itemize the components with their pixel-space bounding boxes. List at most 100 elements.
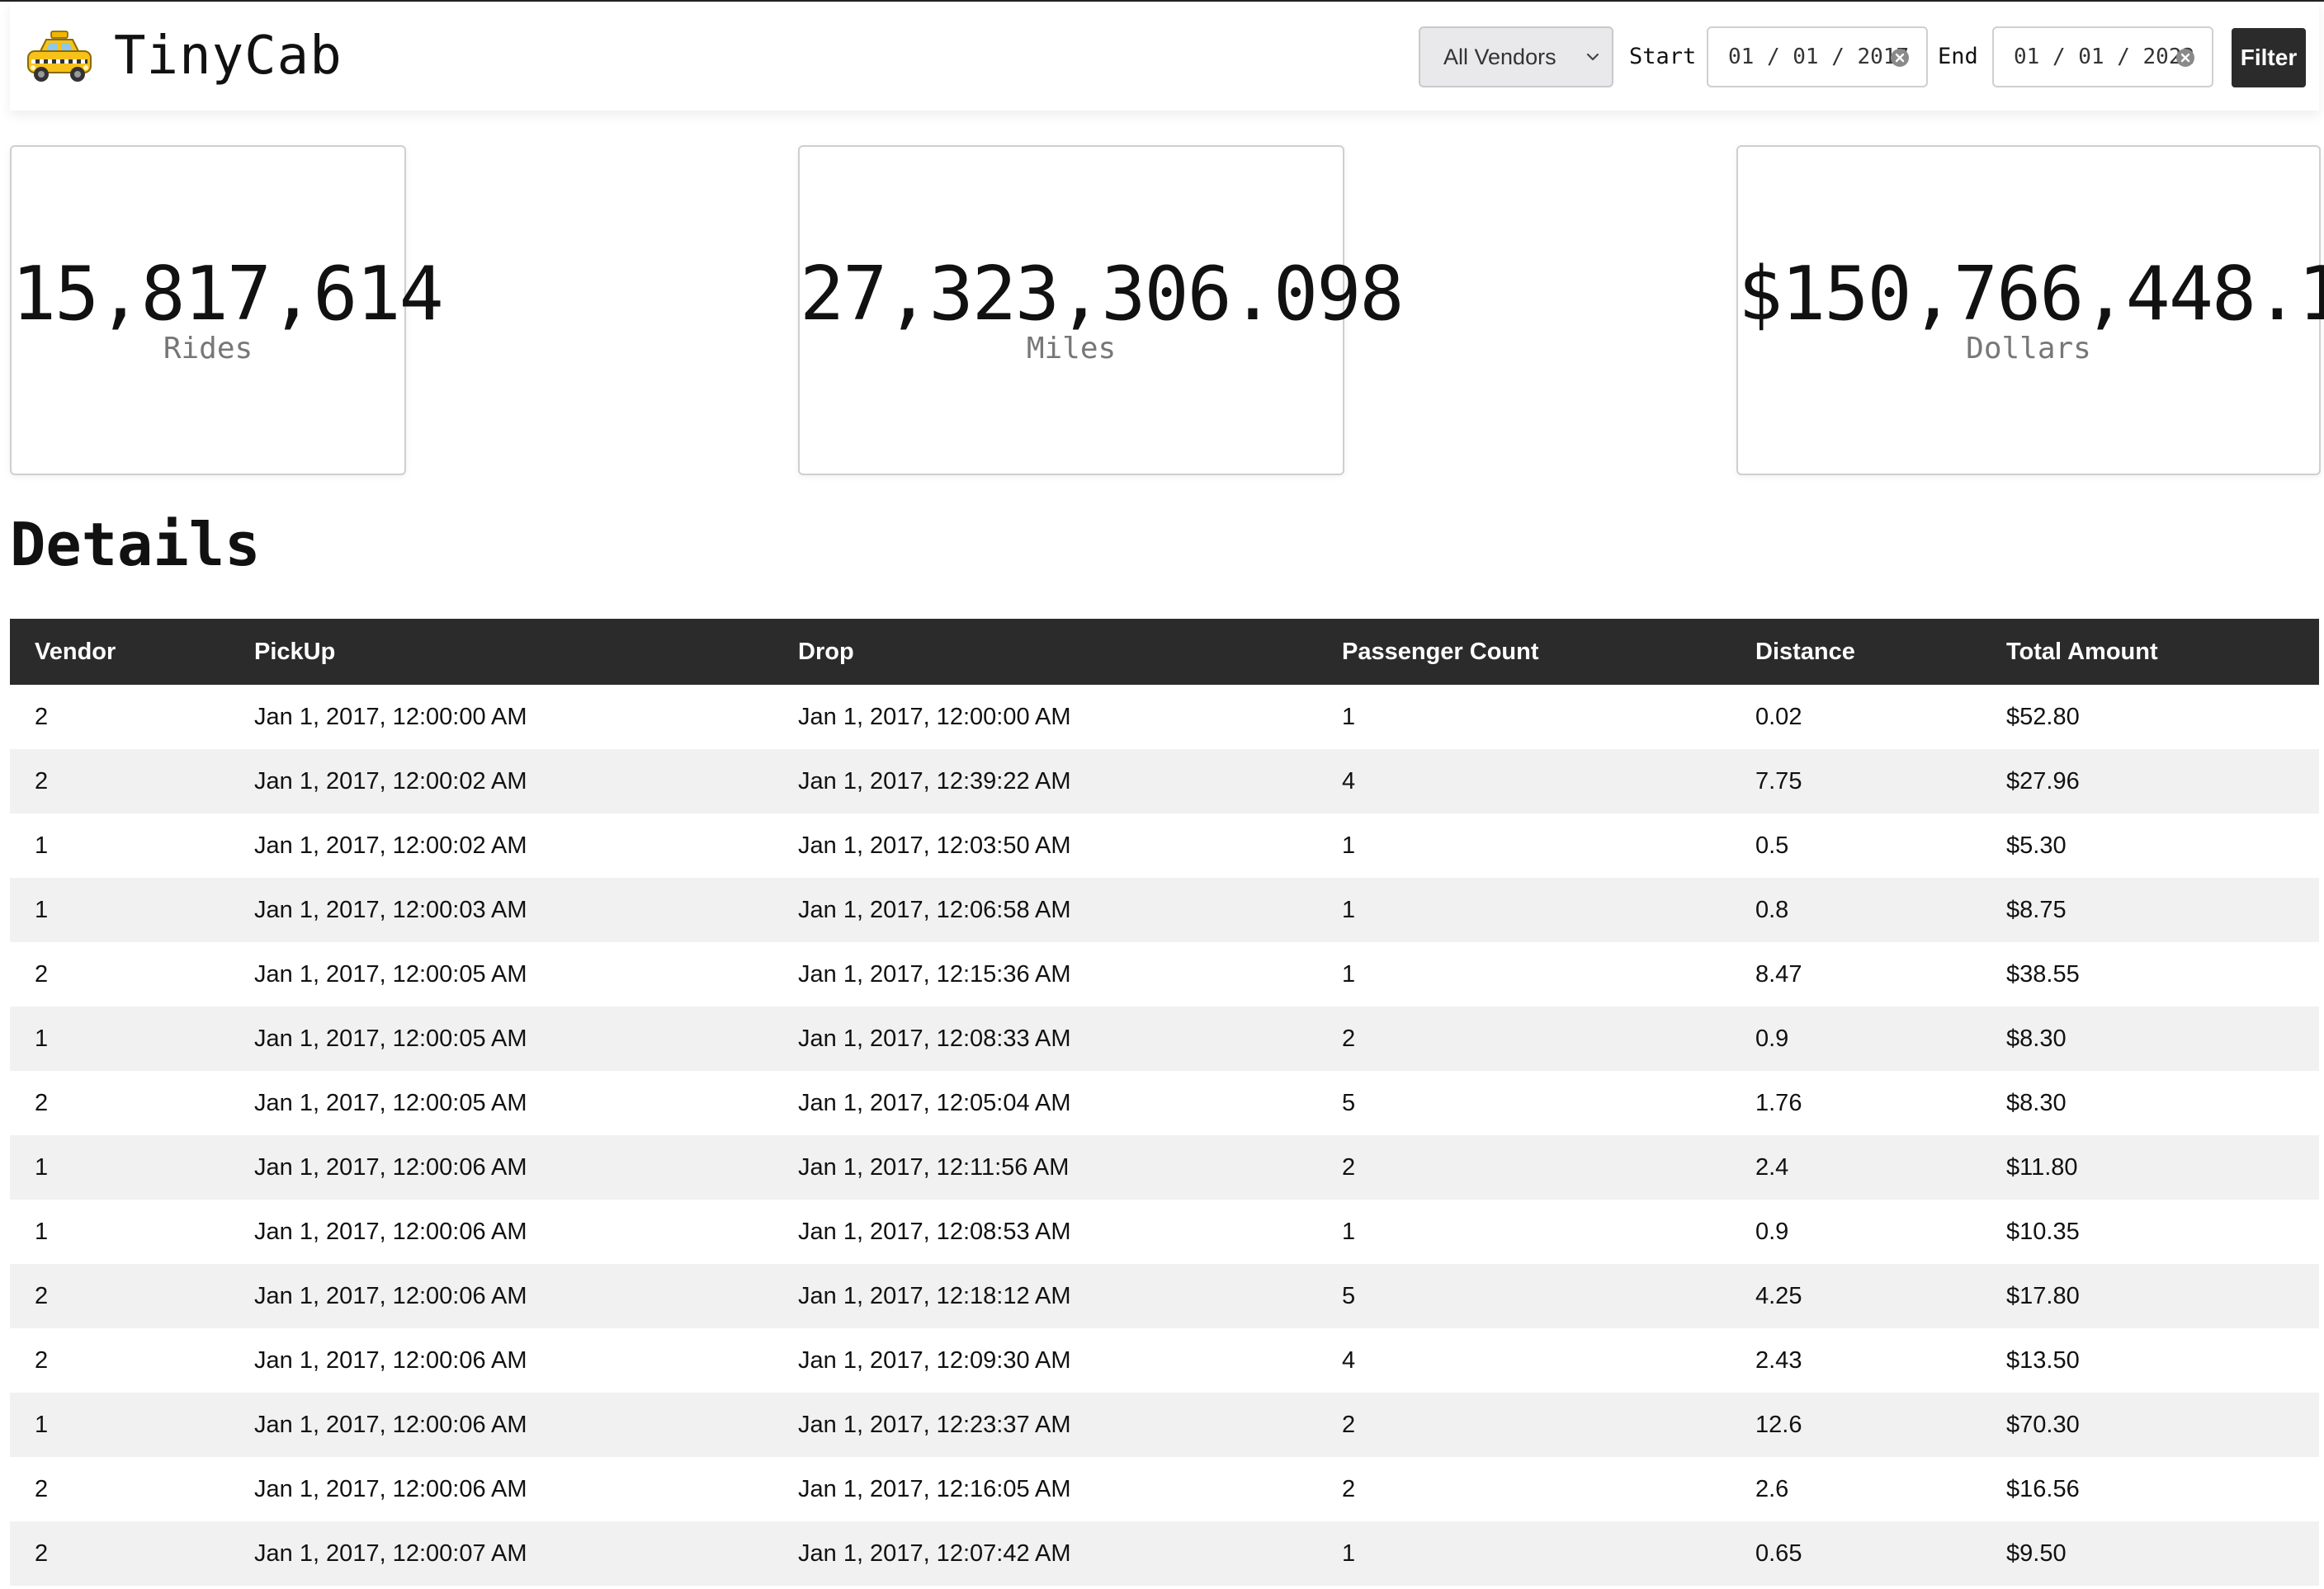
miles-value: 27,323,306.098 — [800, 251, 1405, 337]
vendor-cell: 2 — [10, 749, 229, 813]
drop-cell: Jan 1, 2017, 12:11:56 AM — [773, 1135, 1317, 1200]
vendor-cell: 1 — [10, 1135, 229, 1200]
table-row: 2 Jan 1, 2017, 12:00:05 AM Jan 1, 2017, 12… — [10, 942, 2319, 1007]
total-amount-cell: $27.96 — [1982, 749, 2319, 813]
distance-cell: 2.4 — [1731, 1135, 1982, 1200]
end-date-input[interactable]: 01 / 01 / 2022 — [1992, 26, 2213, 87]
drop-cell: Jan 1, 2017, 12:08:33 AM — [773, 1007, 1317, 1071]
start-date-input[interactable]: 01 / 01 / 2017 — [1707, 26, 1928, 87]
pickup-cell: Jan 1, 2017, 12:00:05 AM — [229, 1007, 773, 1071]
vendor-cell: 1 — [10, 878, 229, 942]
distance-cell: 0.65 — [1731, 1521, 1982, 1586]
drop-cell: Jan 1, 2017, 12:08:53 AM — [798, 1218, 1071, 1245]
passenger-count-cell: 4 — [1342, 1346, 1356, 1374]
passenger-count-cell: 1 — [1342, 960, 1356, 988]
vendor-select-value: All Vendors — [1443, 45, 1556, 69]
passenger-count-cell: 5 — [1317, 1264, 1731, 1328]
total-amount-cell: $70.30 — [1982, 1393, 2319, 1457]
column-header-passenger-count: Passenger Count — [1317, 619, 1731, 685]
miles-label: Miles — [1026, 332, 1117, 365]
miles-card: 27,323,306.098 Miles — [798, 145, 1405, 475]
column-header-total-amount: Total Amount — [1982, 619, 2319, 685]
start-date-value: 01 / 01 / 2017 — [1728, 45, 1910, 69]
drop-cell: Jan 1, 2017, 12:39:22 AM — [773, 749, 1317, 813]
table-header-row: Vendor PickUp Drop Passenger Count Dista… — [10, 619, 2319, 685]
clear-circle-icon[interactable] — [1890, 48, 1910, 68]
pickup-cell: Jan 1, 2017, 12:00:05 AM — [254, 960, 527, 988]
distance-cell: 7.75 — [1731, 749, 1982, 813]
table-row: 2 Jan 1, 2017, 12:00:07 AM Jan 1, 2017, 12… — [10, 1521, 2319, 1586]
clear-circle-icon[interactable] — [2175, 48, 2195, 68]
drop-cell: Jan 1, 2017, 12:15:36 AM — [798, 960, 1071, 988]
table-row: 1 Jan 1, 2017, 12:00:06 AM Jan 1, 2017, 12… — [10, 1393, 2319, 1457]
passenger-count-cell: 1 — [1342, 1218, 1356, 1245]
vendor-cell: 2 — [10, 1521, 229, 1586]
passenger-count-cell: 2 — [1342, 1475, 1356, 1502]
filter-button[interactable]: Filter — [2232, 28, 2306, 87]
distance-cell: 12.6 — [1731, 1393, 1982, 1457]
distance-cell: 4.25 — [1731, 1264, 1982, 1328]
vendor-cell: 2 — [35, 703, 49, 730]
total-amount-cell: $8.30 — [2006, 1089, 2067, 1116]
table-row: 1 Jan 1, 2017, 12:00:03 AM Jan 1, 2017, 12… — [10, 878, 2319, 942]
distance-cell: 8.47 — [1755, 960, 1802, 988]
drop-cell: Jan 1, 2017, 12:07:42 AM — [773, 1521, 1317, 1586]
dollars-card: $150,766,448.12 Dollars — [1736, 145, 2324, 475]
pickup-cell: Jan 1, 2017, 12:00:06 AM — [254, 1218, 527, 1245]
total-amount-cell: $11.80 — [1982, 1135, 2319, 1200]
end-date-value: 01 / 01 / 2022 — [2014, 45, 2195, 69]
passenger-count-cell: 2 — [1317, 1393, 1731, 1457]
passenger-count-cell: 1 — [1342, 703, 1356, 730]
drop-cell: Jan 1, 2017, 12:06:58 AM — [773, 878, 1317, 942]
total-amount-cell: $5.30 — [2006, 832, 2067, 859]
total-amount-cell: $16.56 — [2006, 1475, 2080, 1502]
passenger-count-cell: 2 — [1317, 1135, 1731, 1200]
pickup-cell: Jan 1, 2017, 12:00:00 AM — [254, 703, 527, 730]
start-label: Start — [1629, 44, 1697, 69]
pickup-cell: Jan 1, 2017, 12:00:05 AM — [254, 1089, 527, 1116]
pickup-cell: Jan 1, 2017, 12:00:06 AM — [254, 1475, 527, 1502]
pickup-cell: Jan 1, 2017, 12:00:02 AM — [254, 832, 527, 859]
pickup-cell: Jan 1, 2017, 12:00:06 AM — [229, 1135, 773, 1200]
total-amount-cell: $13.50 — [2006, 1346, 2080, 1374]
table-row: 1 Jan 1, 2017, 12:00:06 AM Jan 1, 2017, 12… — [10, 1200, 2319, 1264]
distance-cell: 1.76 — [1755, 1089, 1802, 1116]
pickup-cell: Jan 1, 2017, 12:00:06 AM — [229, 1264, 773, 1328]
distance-cell: 2.6 — [1755, 1475, 1789, 1502]
passenger-count-cell: 1 — [1317, 878, 1731, 942]
total-amount-cell: $52.80 — [2006, 703, 2080, 730]
rides-card: 15,817,614 Rides — [10, 145, 444, 475]
total-amount-cell: $8.30 — [1982, 1007, 2319, 1071]
table-row: 1 Jan 1, 2017, 12:00:05 AM Jan 1, 2017, 12… — [10, 1007, 2319, 1071]
pickup-cell: Jan 1, 2017, 12:00:03 AM — [229, 878, 773, 942]
pickup-cell: Jan 1, 2017, 12:00:06 AM — [254, 1346, 527, 1374]
total-amount-cell: $17.80 — [1982, 1264, 2319, 1328]
column-header-vendor: Vendor — [10, 619, 229, 685]
passenger-count-cell: 5 — [1342, 1089, 1356, 1116]
passenger-count-cell: 2 — [1317, 1007, 1731, 1071]
details-heading: Details — [10, 510, 261, 579]
vendor-select[interactable]: All Vendors — [1419, 26, 1613, 87]
end-label: End — [1938, 44, 1978, 69]
table-row: 2 Jan 1, 2017, 12:00:06 AM Jan 1, 2017, 12… — [10, 1457, 2319, 1521]
distance-cell: 0.02 — [1755, 703, 1802, 730]
total-amount-cell: $9.50 — [1982, 1521, 2319, 1586]
passenger-count-cell: 4 — [1317, 749, 1731, 813]
table-row: 2 Jan 1, 2017, 12:00:06 AM Jan 1, 2017, 12… — [10, 1328, 2319, 1393]
rides-value: 15,817,614 — [12, 251, 444, 337]
total-amount-cell: $38.55 — [2006, 960, 2080, 988]
drop-cell: Jan 1, 2017, 12:16:05 AM — [798, 1475, 1071, 1502]
passenger-count-cell: 1 — [1317, 1521, 1731, 1586]
column-header-drop: Drop — [773, 619, 1317, 685]
table-row: 1 Jan 1, 2017, 12:00:06 AM Jan 1, 2017, 12… — [10, 1135, 2319, 1200]
drop-cell: Jan 1, 2017, 12:00:00 AM — [798, 703, 1071, 730]
passenger-count-cell: 1 — [1342, 832, 1356, 859]
app-title: TinyCab — [114, 26, 342, 87]
distance-cell: 0.5 — [1755, 832, 1789, 859]
column-header-distance: Distance — [1731, 619, 1982, 685]
vendor-cell: 2 — [35, 1475, 49, 1502]
vendor-cell: 1 — [35, 832, 49, 859]
chevron-down-icon — [1586, 53, 1599, 61]
drop-cell: Jan 1, 2017, 12:03:50 AM — [798, 832, 1071, 859]
drop-cell: Jan 1, 2017, 12:18:12 AM — [773, 1264, 1317, 1328]
